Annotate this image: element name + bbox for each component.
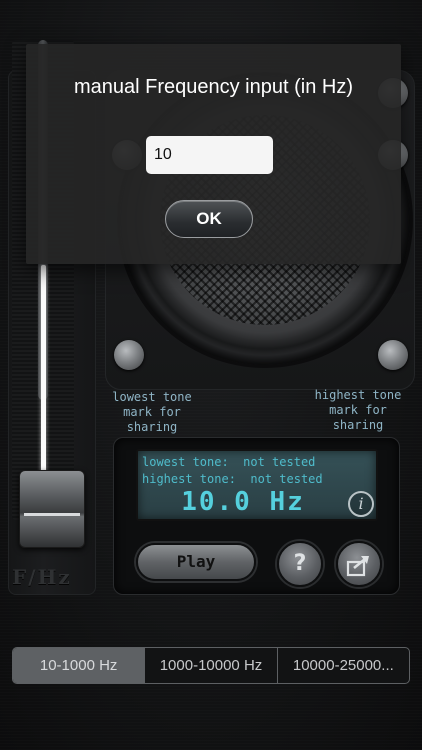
question-mark-icon: ? (293, 551, 307, 576)
share-icon (346, 556, 369, 577)
lcd-display: lowest tone: not tested highest tone: no… (136, 449, 378, 521)
highest-tone-mark-label: highest tone mark for sharing (314, 388, 402, 432)
help-button[interactable]: ? (277, 541, 323, 587)
slider-caption: F/Hz (12, 565, 72, 589)
share-button[interactable] (336, 541, 382, 587)
dialog-title: manual Frequency input (in Hz) (73, 76, 353, 98)
ok-button[interactable]: OK (165, 200, 253, 238)
range-segment-mid[interactable]: 1000-10000 Hz (144, 648, 276, 683)
highest-tone-status: highest tone: not tested (142, 472, 323, 486)
frequency-range-selector: 10-1000 Hz 1000-10000 Hz 10000-25000... (12, 647, 410, 684)
lowest-tone-mark-button[interactable] (114, 340, 144, 370)
lowest-tone-status: lowest tone: not tested (142, 455, 316, 469)
lowest-tone-mark-label: lowest tone mark for sharing (112, 390, 192, 434)
manual-frequency-dialog: manual Frequency input (in Hz) OK (26, 44, 401, 264)
info-icon[interactable]: i (348, 491, 374, 517)
play-button[interactable]: Play (136, 543, 256, 581)
highest-tone-mark-button[interactable] (378, 340, 408, 370)
range-segment-low[interactable]: 10-1000 Hz (13, 648, 145, 683)
app-screen: F/Hz lowest tone mark for sharing highes… (0, 0, 422, 750)
range-segment-high[interactable]: 10000-25000... (276, 648, 409, 683)
frequency-slider-thumb[interactable] (19, 470, 85, 548)
frequency-input[interactable] (146, 136, 273, 174)
frequency-readout: 10.0 Hz (181, 487, 305, 517)
slider-fill (41, 265, 46, 475)
